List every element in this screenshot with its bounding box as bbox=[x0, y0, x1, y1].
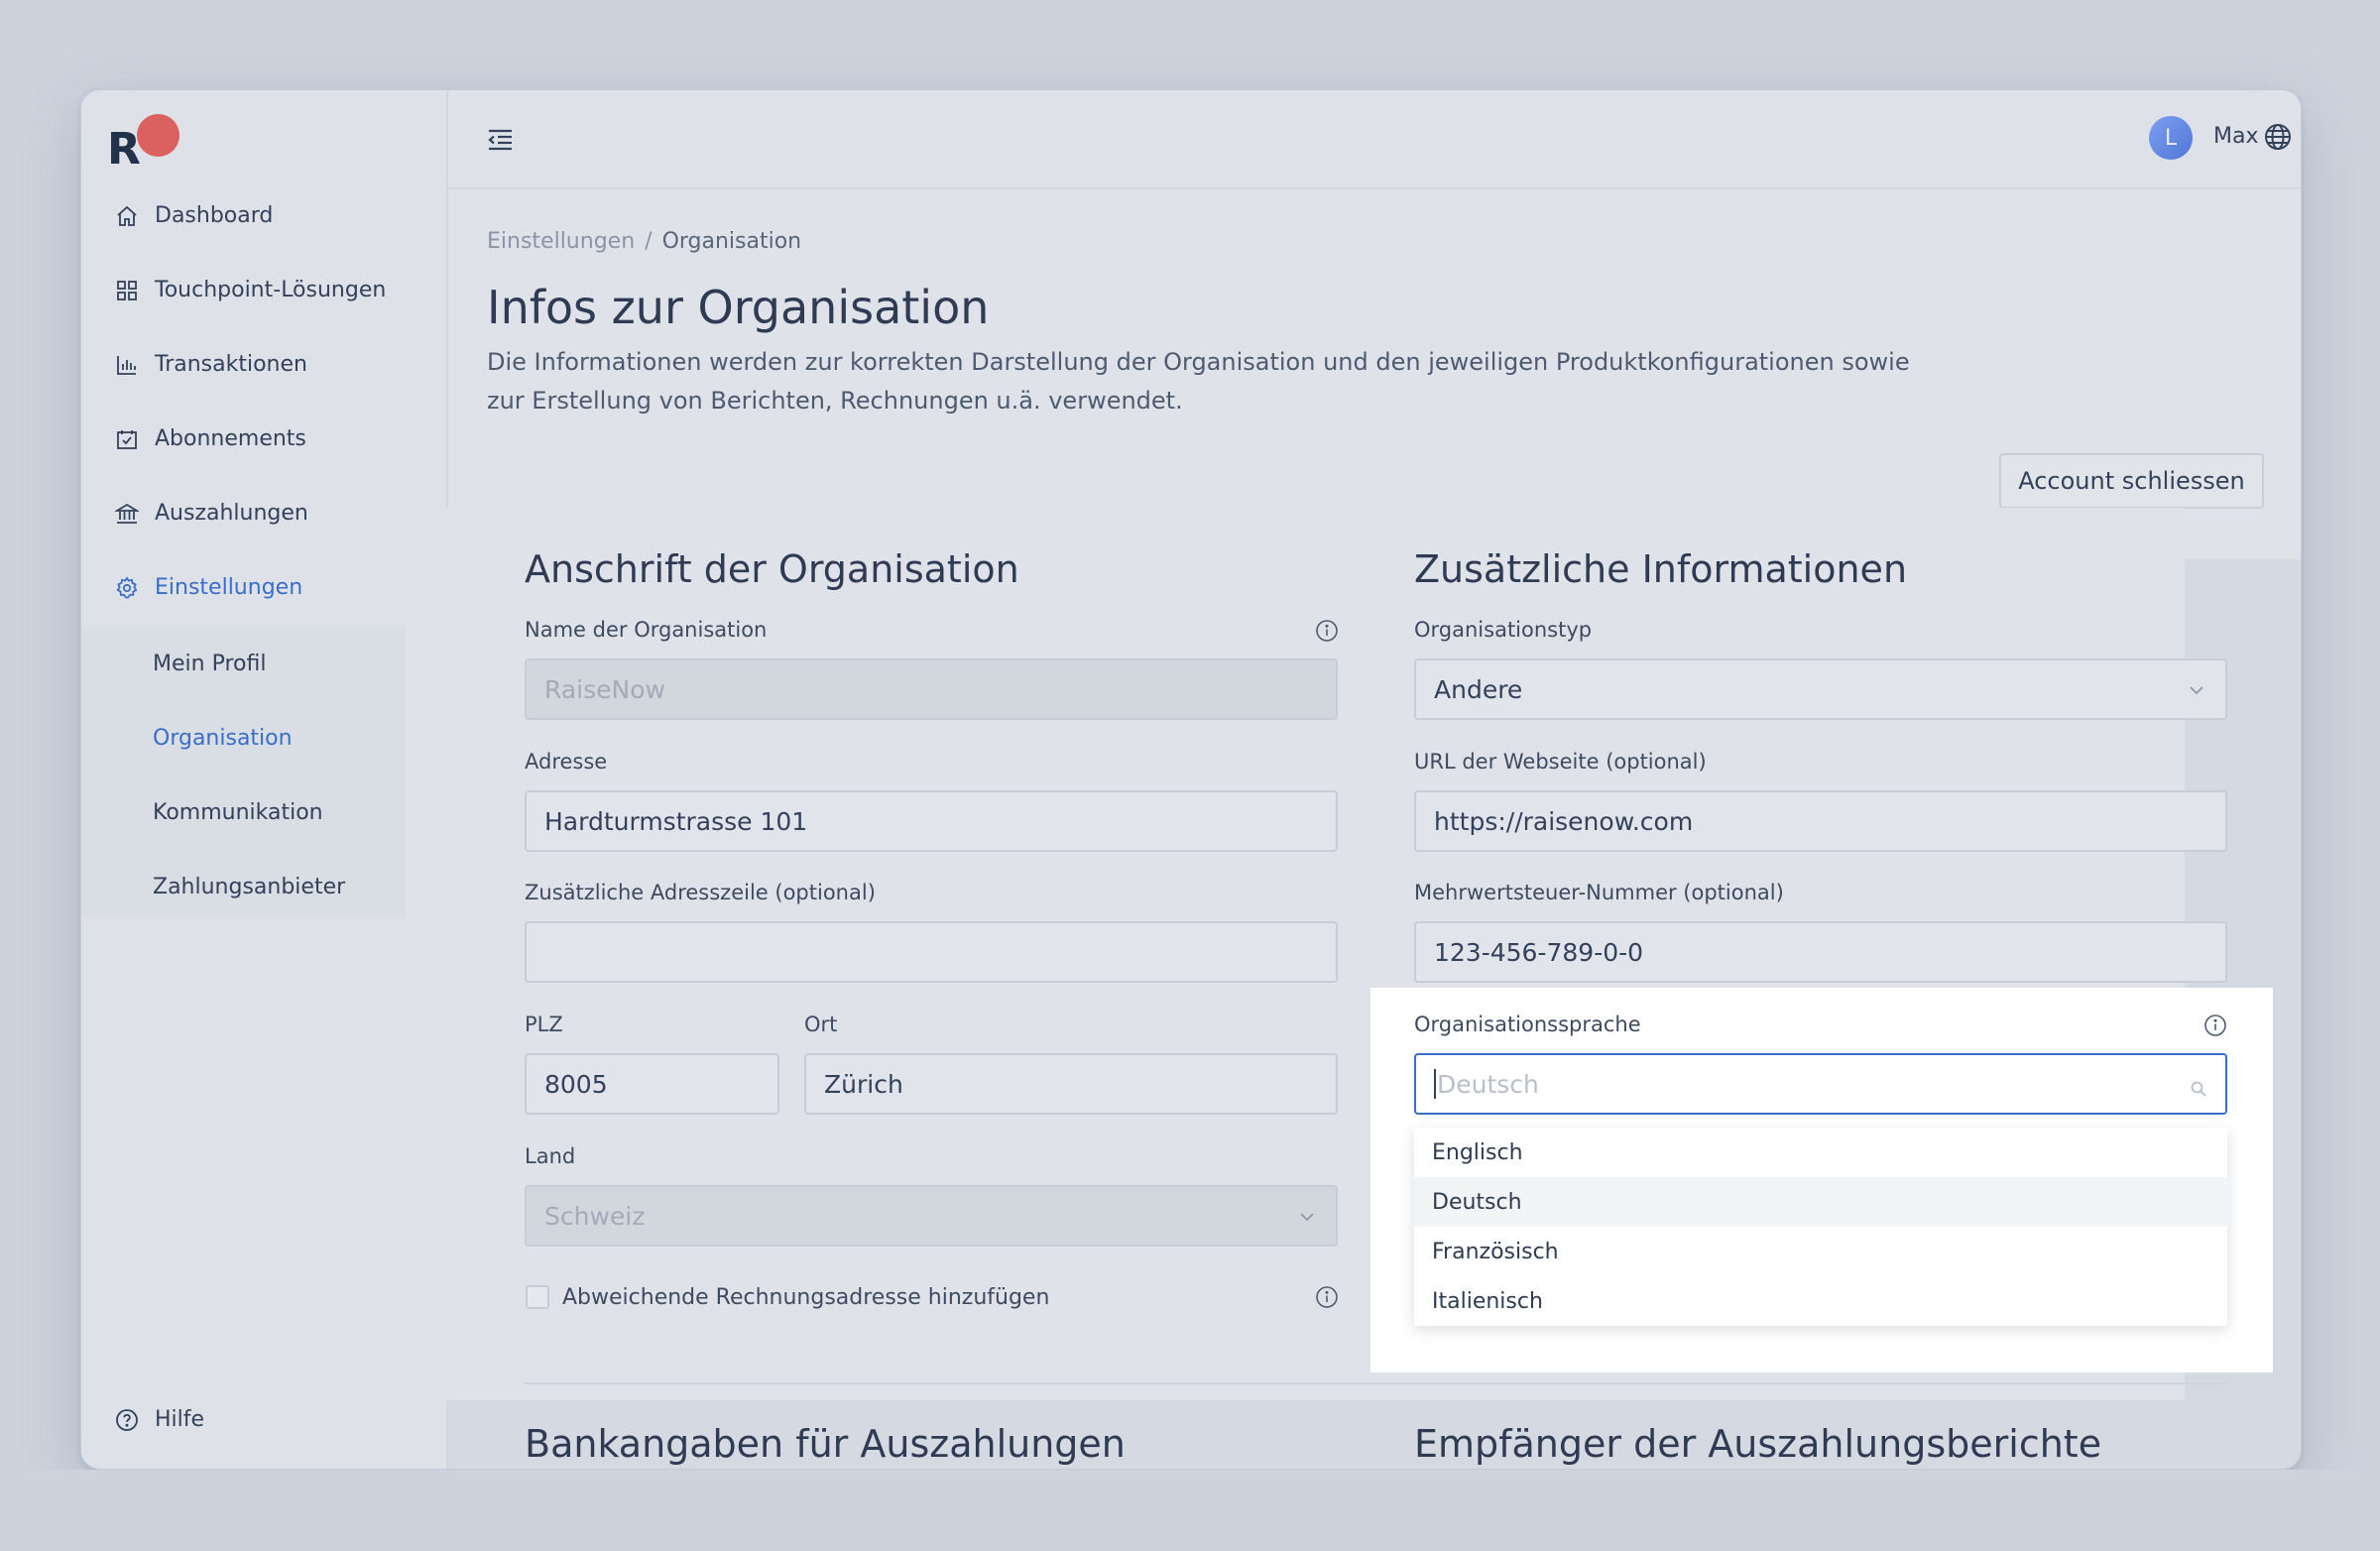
sidebar-item-label: Transaktionen bbox=[155, 352, 307, 377]
country-label: Land bbox=[525, 1144, 576, 1168]
chevron-down-icon bbox=[1296, 1205, 1318, 1234]
collapse-menu-icon[interactable] bbox=[484, 124, 516, 156]
text-caret bbox=[1434, 1069, 1436, 1099]
sidebar-item-hilfe[interactable]: Hilfe bbox=[81, 1382, 448, 1457]
gear-icon bbox=[115, 575, 139, 600]
page-title: Infos zur Organisation bbox=[487, 281, 990, 334]
sidebar-item-organisation[interactable]: Organisation bbox=[81, 701, 448, 776]
settings-submenu: Mein Profil Organisation Kommunikation Z… bbox=[81, 627, 448, 916]
info-icon[interactable] bbox=[1315, 619, 1339, 643]
section-divider bbox=[525, 1382, 2227, 1384]
chevron-down-icon bbox=[2186, 678, 2207, 707]
globe-icon[interactable] bbox=[2263, 122, 2293, 152]
url-label: URL der Webseite (optional) bbox=[1414, 750, 1707, 774]
language-placeholder: Deutsch bbox=[1437, 1069, 1539, 1099]
sidebar-item-label: Abonnements bbox=[155, 426, 306, 451]
sidebar-item-zahlungsanbieter[interactable]: Zahlungsanbieter bbox=[81, 850, 448, 924]
close-account-button[interactable]: Account schliessen bbox=[1999, 453, 2264, 509]
user-name[interactable]: Max bbox=[2213, 124, 2258, 149]
sidebar-item-label: Auszahlungen bbox=[155, 501, 308, 526]
billing-address-label: Abweichende Rechnungsadresse hinzufügen bbox=[562, 1285, 1050, 1310]
address-label: Adresse bbox=[525, 750, 608, 774]
sidebar-item-auszahlungen[interactable]: Auszahlungen bbox=[81, 476, 448, 550]
sidebar-item-label: Dashboard bbox=[155, 203, 274, 228]
search-icon bbox=[2190, 1075, 2207, 1104]
calendar-check-icon bbox=[115, 427, 139, 451]
zip-field[interactable]: 8005 bbox=[525, 1053, 779, 1115]
language-option-franzoesisch[interactable]: Französisch bbox=[1414, 1227, 2229, 1276]
language-option-englisch[interactable]: Englisch bbox=[1414, 1128, 2229, 1177]
bar-chart-icon bbox=[115, 353, 139, 377]
vat-label: Mehrwertsteuer-Nummer (optional) bbox=[1414, 881, 1784, 904]
info-icon[interactable] bbox=[2203, 1014, 2227, 1037]
window-bottom-mask bbox=[0, 1470, 2380, 1551]
org-type-value: Andere bbox=[1434, 674, 1523, 704]
billing-address-checkbox[interactable] bbox=[526, 1285, 549, 1309]
sidebar-item-kommunikation[interactable]: Kommunikation bbox=[81, 776, 448, 850]
breadcrumb: Einstellungen / Organisation bbox=[487, 229, 801, 254]
sidebar-item-einstellungen[interactable]: Einstellungen bbox=[81, 550, 448, 625]
sidebar-item-touchpoint[interactable]: Touchpoint-Lösungen bbox=[81, 253, 448, 327]
page-header: Einstellungen / Organisation Infos zur Org… bbox=[448, 189, 2301, 559]
logo-dot bbox=[137, 114, 179, 157]
bank-section-title: Bankangaben für Auszahlungen bbox=[525, 1422, 1126, 1466]
recipients-section-title: Empfänger der Auszahlungsberichte bbox=[1414, 1422, 2102, 1466]
sidebar: R Dashboard Touchpoint-Lösungen Transakt… bbox=[81, 90, 448, 1469]
org-name-field: RaiseNow bbox=[525, 658, 1338, 720]
address-section-title: Anschrift der Organisation bbox=[525, 547, 1019, 591]
org-type-label: Organisationstyp bbox=[1414, 618, 1593, 642]
sidebar-item-label: Touchpoint-Lösungen bbox=[155, 278, 387, 302]
org-type-select[interactable]: Andere bbox=[1414, 658, 2227, 720]
language-label: Organisationssprache bbox=[1414, 1013, 1641, 1036]
additional-section-title: Zusätzliche Informationen bbox=[1414, 547, 1908, 591]
info-icon[interactable] bbox=[1315, 1285, 1339, 1309]
zip-label: PLZ bbox=[525, 1013, 563, 1036]
country-select: Schweiz bbox=[525, 1185, 1338, 1247]
org-name-label: Name der Organisation bbox=[525, 618, 768, 642]
address2-label: Zusätzliche Adresszeile (optional) bbox=[525, 881, 876, 904]
sidebar-item-transaktionen[interactable]: Transaktionen bbox=[81, 327, 448, 402]
sidebar-item-abonnements[interactable]: Abonnements bbox=[81, 402, 448, 476]
breadcrumb-current: Organisation bbox=[661, 229, 802, 254]
language-option-deutsch[interactable]: Deutsch bbox=[1414, 1177, 2229, 1227]
breadcrumb-link-einstellungen[interactable]: Einstellungen bbox=[487, 229, 635, 254]
bank-icon bbox=[115, 502, 139, 526]
city-field[interactable]: Zürich bbox=[804, 1053, 1338, 1115]
raisenow-logo[interactable]: R bbox=[107, 114, 179, 175]
url-field[interactable]: https://raisenow.com bbox=[1414, 790, 2227, 852]
sidebar-item-label: Hilfe bbox=[155, 1407, 205, 1432]
address-field[interactable]: Hardturmstrasse 101 bbox=[525, 790, 1338, 852]
grid-icon bbox=[115, 279, 139, 302]
language-dropdown: Englisch Deutsch Französisch Italienisch bbox=[1414, 1128, 2229, 1326]
sidebar-item-label: Einstellungen bbox=[155, 575, 303, 600]
topbar: L Max bbox=[448, 90, 2301, 189]
vat-field[interactable]: 123-456-789-0-0 bbox=[1414, 921, 2227, 983]
language-search-input[interactable]: Deutsch bbox=[1414, 1053, 2227, 1115]
help-circle-icon bbox=[115, 1408, 139, 1432]
country-value: Schweiz bbox=[544, 1201, 646, 1231]
language-option-italienisch[interactable]: Italienisch bbox=[1414, 1276, 2229, 1326]
page-description: Die Informationen werden zur korrekten D… bbox=[487, 348, 1910, 415]
logo-letter: R bbox=[107, 124, 141, 175]
address2-field[interactable] bbox=[525, 921, 1338, 983]
home-icon bbox=[115, 204, 139, 228]
avatar[interactable]: L bbox=[2149, 116, 2193, 160]
sidebar-item-mein-profil[interactable]: Mein Profil bbox=[81, 627, 448, 701]
sidebar-item-dashboard[interactable]: Dashboard bbox=[81, 179, 448, 253]
breadcrumb-separator: / bbox=[645, 229, 653, 254]
city-label: Ort bbox=[804, 1013, 838, 1036]
